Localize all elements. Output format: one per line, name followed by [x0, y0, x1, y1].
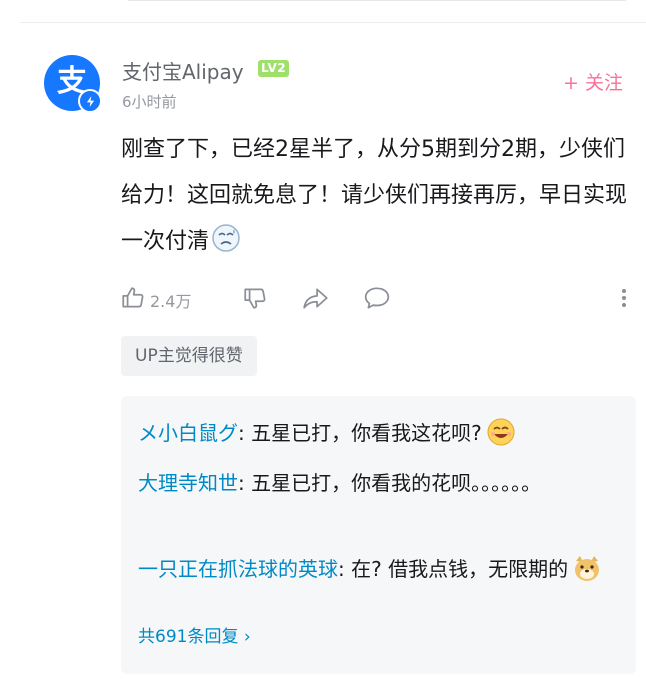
username[interactable]: 支付宝Alipay	[122, 56, 244, 85]
reply-item: 大理寺知世: 五星已打，你看我的花呗。。。。。。	[138, 465, 608, 501]
reply-item: 一只正在抓法球的英球: 在? 借我点钱，无限期的	[138, 551, 608, 594]
reply-text: : 在? 借我点钱，无限期的	[338, 557, 569, 581]
comment-body: 刚查了下，已经2星半了，从分5期到分2期，少侠们给力！这回就免息了！请少侠们再接…	[121, 127, 641, 270]
top-divider	[128, 0, 626, 1]
reply-text: : 五星已打，你看我的花呗。。。。。。	[238, 471, 542, 495]
reply-username[interactable]: 大理寺知世	[138, 471, 238, 495]
timestamp: 6小时前	[122, 93, 177, 111]
emoji-doge-icon	[572, 553, 602, 594]
reply-button[interactable]	[363, 285, 391, 315]
dislike-button[interactable]	[242, 285, 268, 315]
emoji-sweat-icon	[211, 223, 241, 270]
reply-text: : 五星已打，你看我这花呗?	[238, 421, 482, 445]
like-count: 2.4万	[150, 292, 192, 311]
emoji-smile-icon	[486, 417, 516, 458]
like-button[interactable]: 2.4万	[120, 285, 191, 315]
thumbs-down-icon	[242, 285, 268, 315]
replies-box: メ小白鼠グ: 五星已打，你看我这花呗? 大理寺知世: 五星已打，你看我的花呗。。…	[121, 396, 636, 674]
section-divider	[20, 22, 646, 23]
comment-text: 刚查了下，已经2星半了，从分5期到分2期，少侠们给力！这回就免息了！请少侠们再接…	[121, 137, 628, 254]
more-vertical-icon	[616, 285, 632, 315]
more-replies-link[interactable]: 共691条回复 ›	[138, 622, 251, 647]
comment-icon	[363, 285, 391, 315]
verified-badge-icon	[78, 89, 102, 113]
more-options-button[interactable]	[616, 285, 632, 315]
share-button[interactable]	[302, 285, 330, 315]
share-icon	[302, 285, 330, 315]
thumbs-up-icon	[120, 285, 146, 315]
reply-username[interactable]: 一只正在抓法球的英球	[138, 557, 338, 581]
up-liked-badge: UP主觉得很赞	[121, 336, 257, 376]
level-badge: LV2	[258, 60, 290, 77]
reply-item: メ小白鼠グ: 五星已打，你看我这花呗?	[138, 415, 608, 458]
follow-button[interactable]: + 关注	[563, 68, 623, 95]
avatar[interactable]: 支	[44, 55, 102, 113]
reply-username[interactable]: メ小白鼠グ	[138, 421, 238, 445]
comment-actions: 2.4万	[120, 285, 636, 317]
